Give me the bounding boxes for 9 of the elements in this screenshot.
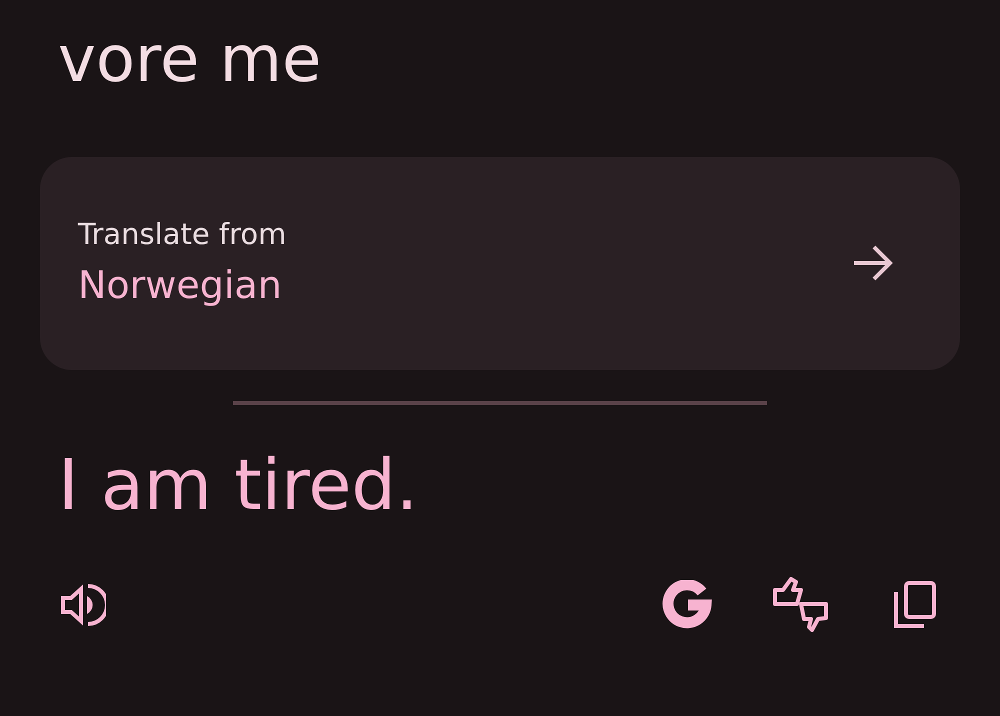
translation-text: I am tired. [58, 446, 420, 524]
source-text: vore me [58, 22, 322, 99]
logo-icon[interactable] [662, 580, 712, 630]
card-label: Translate from [78, 216, 286, 254]
copy-icon[interactable] [892, 580, 938, 630]
language-name: Norwegian [78, 262, 283, 309]
arrow-icon [852, 244, 894, 282]
speaker-icon[interactable] [60, 582, 106, 628]
language-card[interactable]: Translate from Norwegian [40, 156, 960, 370]
